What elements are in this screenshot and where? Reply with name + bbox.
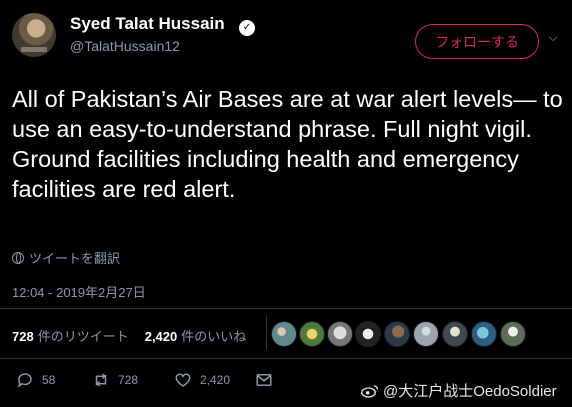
follow-button[interactable]: フォローする [415,24,539,59]
heart-icon [175,373,191,387]
liker-avatar[interactable] [271,321,297,347]
liker-avatar[interactable] [442,321,468,347]
reply-action[interactable]: 58 [16,371,55,389]
liker-avatar[interactable] [384,321,410,347]
liker-avatar[interactable] [355,321,381,347]
stats-divider [266,316,267,350]
reply-count: 58 [42,373,56,387]
translate-tweet-link[interactable]: ツイートを翻訳 [12,248,120,267]
retweet-action[interactable]: 728 [92,371,138,389]
chevron-down-icon[interactable]: ⌵ [546,30,560,44]
divider [0,308,572,309]
like-action[interactable]: 2,420 [174,371,230,389]
weibo-watermark: @大江户战士OedoSoldier [361,380,557,401]
display-name[interactable]: Syed Talat Hussain [70,14,225,34]
like-count-label[interactable]: 件のいいね [181,326,246,345]
retweet-icon [95,373,107,387]
divider [0,358,572,359]
retweet-action-count: 728 [118,373,139,387]
user-handle[interactable]: @TalatHussain12 [70,38,180,54]
retweet-count[interactable]: 728 [12,329,34,344]
envelope-icon [256,374,272,386]
liker-avatar[interactable] [500,321,526,347]
profile-avatar[interactable] [12,13,56,57]
liker-avatar[interactable] [299,321,325,347]
verified-badge-icon: ✓ [239,20,255,36]
tweet-text: All of Pakistan’s Air Bases are at war a… [12,86,563,202]
liker-avatar[interactable] [413,321,439,347]
liker-avatar[interactable] [327,321,353,347]
watermark-text: @大江户战士OedoSoldier [383,383,557,400]
liker-avatar[interactable] [471,321,497,347]
like-action-count: 2,420 [200,373,231,387]
translate-label: ツイートを翻訳 [29,251,121,266]
direct-message-action[interactable] [255,371,273,389]
tweet-timestamp[interactable]: 12:04 - 2019年2月27日 [12,282,146,301]
like-count[interactable]: 2,420 [145,329,178,344]
weibo-logo-icon [361,384,379,398]
engagement-stats: 728 件のリツイート 2,420 件のいいね [12,326,246,345]
retweet-count-label[interactable]: 件のリツイート [38,326,129,345]
reply-icon [17,373,32,388]
globe-icon [12,251,24,264]
